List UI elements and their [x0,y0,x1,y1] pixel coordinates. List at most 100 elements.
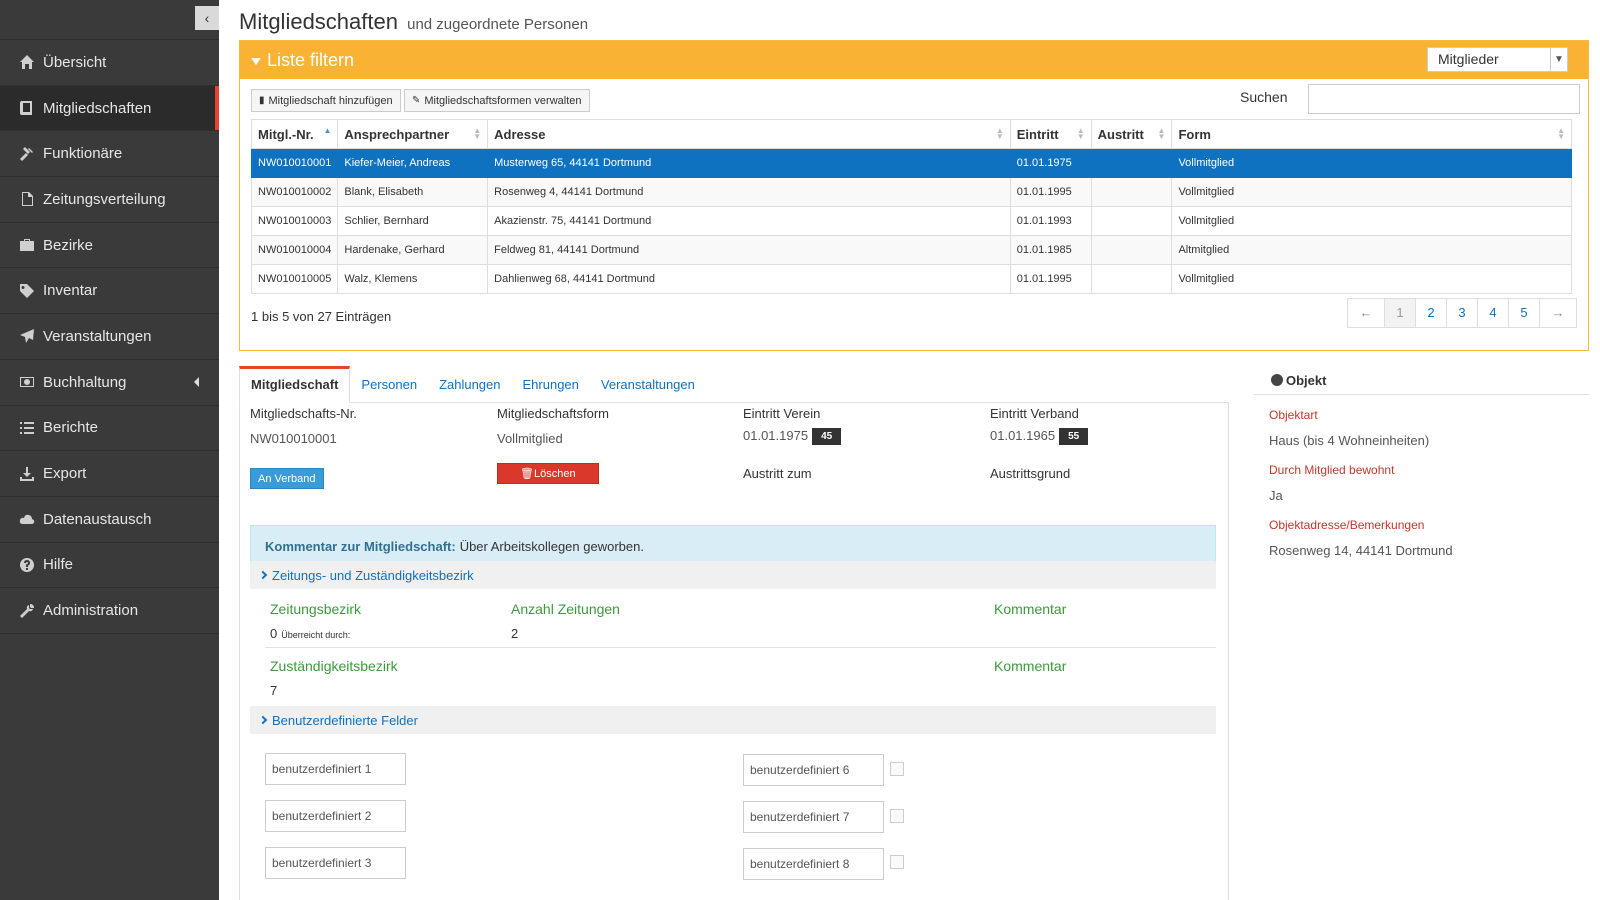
table-cell-austritt [1090,177,1173,207]
table-cell-form: Vollmitglied [1171,206,1572,236]
table-cell-austritt [1090,148,1173,178]
pagination-page-3[interactable]: 3 [1446,298,1478,328]
pagination-page-4[interactable]: 4 [1477,298,1509,328]
sidebar-item-buchhaltung[interactable]: Buchhaltung [0,360,219,406]
entry-association-years-badge: 55 [1059,428,1089,446]
pagination-page-5[interactable]: 5 [1508,298,1540,328]
custom-field-6-input[interactable]: benutzerdefiniert 6 [743,754,884,786]
page-title: Mitgliedschaften und zugeordnete Persone… [239,9,588,35]
sidebar-item-zeitungsverteilung[interactable]: Zeitungsverteilung [0,177,219,223]
tab-zahlungen[interactable]: Zahlungen [428,366,511,403]
table-cell-adresse: Rosenweg 4, 44141 Dortmund [487,177,1011,207]
section-custom-fields[interactable]: Benutzerdefinierte Felder [250,706,1216,734]
tab-veranstaltungen[interactable]: Veranstaltungen [590,366,706,403]
sidebar-item-inventar[interactable]: Inventar [0,268,219,315]
sidebar-item-mitgliedschaften[interactable]: Mitgliedschaften [0,85,219,132]
table-row[interactable]: NW010010003 Schlier, Bernhard Akazienstr. … [250,206,1572,236]
sidebar-item-label: Export [43,465,87,483]
pagination-next-button[interactable]: → [1539,298,1577,328]
sidebar-item-übersicht[interactable]: Übersicht [0,40,219,86]
download-icon [18,465,36,483]
main-content: Mitgliedschaften und zugeordnete Persone… [239,0,1589,900]
sidebar-item-datenaustausch[interactable]: Datenaustausch [0,497,219,543]
newspaper-comment-label: Kommentar [994,601,1067,617]
sort-icon: ▲ ▼ [1076,126,1085,141]
sidebar-collapse-button[interactable]: ‹ [195,6,219,30]
custom-field-3-input[interactable]: benutzerdefiniert 3 [265,847,406,879]
manage-membership-forms-label: Mitgliedschaftsformen verwalten [424,94,582,107]
pagination-prev-button[interactable]: ← [1347,298,1385,328]
column-header[interactable]: Adresse ▲ ▼ [487,119,1011,149]
column-header[interactable]: Form ▲ ▼ [1171,119,1572,149]
sidebar-item-veranstaltungen[interactable]: Veranstaltungen [0,314,219,360]
pagination: ← 1 2 3 4 5 → [1347,298,1577,328]
sidebar-item-label: Übersicht [43,53,107,71]
chevron-down-icon: ▼ [1550,48,1567,71]
table-row[interactable]: NW010010001 Kiefer-Meier, Andreas Musterwe… [250,148,1572,178]
column-header[interactable]: Eintritt ▲ ▼ [1009,119,1092,149]
sidebar-item-label: Veranstaltungen [43,327,152,345]
column-header[interactable]: Austritt ▲ ▼ [1090,119,1173,149]
table-cell-name: Hardenake, Gerhard [337,235,489,265]
sidebar-item-label: Hilfe [43,556,74,574]
occupied-by-member-value: Ja [1269,488,1283,503]
sidebar-item-export[interactable]: Export [0,451,219,497]
pagination-page-1[interactable]: 1 [1384,298,1416,328]
custom-field-6-checkbox[interactable] [890,762,904,776]
custom-field-7-input[interactable]: benutzerdefiniert 7 [743,801,884,833]
entry-association-value: 01.01.1965 55 [990,428,1089,446]
send-to-association-button[interactable]: An Verband [250,468,324,489]
custom-field-1-input[interactable]: benutzerdefiniert 1 [265,753,406,785]
search-input[interactable] [1308,84,1580,114]
sidebar-item-administration[interactable]: Administration [0,588,219,634]
membership-nr-value: NW010010001 [250,431,337,446]
manage-membership-forms-button[interactable]: ✎ Mitgliedschaftsformen verwalten [404,89,590,112]
sidebar-top: ‹ [0,0,219,40]
column-header[interactable]: Ansprechpartner ▲ ▼ [337,119,489,149]
sidebar: ‹ Übersicht Mitgliedschaften Funktionäre Ze… [0,0,219,900]
responsibility-district-value: 7 [270,683,278,698]
newspaper-district-label: Zeitungsbezirk [270,601,362,617]
book-icon [18,99,36,117]
table-row[interactable]: NW010010005 Walz, Klemens Dahlienweg 68, 4… [250,264,1572,294]
filter-header[interactable]: Liste filtern Mitglieder ▼ [240,41,1588,79]
member-type-select-value: Mitglieder [1438,51,1499,67]
member-type-select[interactable]: Mitglieder ▼ [1427,47,1568,72]
custom-field-8-checkbox[interactable] [890,855,904,869]
tab-personen[interactable]: Personen [350,366,428,403]
newspaper-count-value: 2 [511,626,519,641]
tab-ehrungen[interactable]: Ehrungen [512,366,590,403]
pagination-page-2[interactable]: 2 [1415,298,1447,328]
sidebar-item-label: Funktionäre [43,145,123,163]
section-newspaper-district[interactable]: Zeitungs- und Zuständigkeitsbezirk [250,561,1216,589]
custom-field-7-checkbox[interactable] [890,809,904,823]
sidebar-item-hilfe[interactable]: Hilfe [0,543,219,589]
column-header-label: Eintritt [1016,126,1059,142]
responsibility-comment-label: Kommentar [994,658,1067,674]
table-cell-eintritt: 01.01.1975 [1009,148,1092,178]
section-custom-fields-label: Benutzerdefinierte Felder [272,712,418,728]
table-cell-adresse: Dahlienweg 68, 44141 Dortmund [487,264,1011,294]
wrench-icon [18,602,36,620]
membership-form-value: Vollmitglied [497,431,563,446]
table-row[interactable]: NW010010004 Hardenake, Gerhard Feldweg 81,… [250,235,1572,265]
add-membership-button[interactable]: ▮ Mitgliedschaft hinzufügen [251,89,401,112]
sidebar-item-berichte[interactable]: Berichte [0,406,219,452]
chevron-right-icon [258,570,268,580]
table-cell-nr: NW010010005 [250,264,339,294]
table-row[interactable]: NW010010002 Blank, Elisabeth Rosenweg 4, 4… [250,177,1572,207]
tab-mitgliedschaft[interactable]: Mitgliedschaft [239,366,351,403]
column-header[interactable]: Mitgl.-Nr. ▲ [250,119,339,149]
table-cell-eintritt: 01.01.1995 [1009,264,1092,294]
membership-comment-label: Kommentar zur Mitgliedschaft: [265,539,456,554]
sidebar-item-bezirke[interactable]: Bezirke [0,223,219,269]
table-cell-austritt [1090,264,1173,294]
custom-field-2-input[interactable]: benutzerdefiniert 2 [265,800,406,832]
newspaper-district-number: 0 [270,626,278,641]
entry-club-years-badge: 45 [812,428,842,446]
membership-comment-text: Über Arbeitskollegen geworben. [459,539,644,554]
custom-field-8-input[interactable]: benutzerdefiniert 8 [743,848,884,880]
sidebar-item-funktionäre[interactable]: Funktionäre [0,131,219,178]
sort-icon: ▲ ▼ [995,126,1004,141]
delete-button[interactable]: 🗑Löschen [497,463,599,484]
